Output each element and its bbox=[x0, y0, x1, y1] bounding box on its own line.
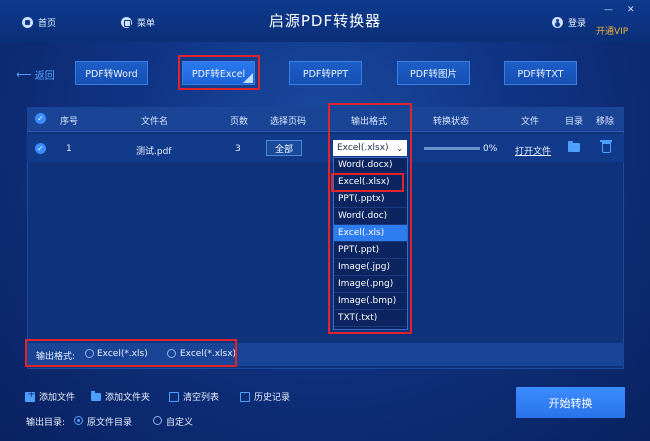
header-file: 文件 bbox=[521, 117, 540, 127]
dropdown-option[interactable]: Image(.bmp) bbox=[334, 293, 407, 310]
selected-corner-icon bbox=[243, 73, 253, 83]
pdf-converter-window: 首页 菜单 启源PDF转换器 登录 开通VIP — ✕ ⟵ 返回 PDF转Wor… bbox=[0, 0, 650, 441]
dropdown-option[interactable]: TXT(.txt) bbox=[334, 310, 407, 327]
login-button[interactable]: 登录 bbox=[552, 16, 586, 29]
header-pages: 页数 bbox=[230, 117, 249, 127]
dropdown-option[interactable]: Excel(.xlsx) bbox=[334, 174, 407, 191]
dropdown-option[interactable]: PPT(.ppt) bbox=[334, 242, 407, 259]
progress-percent: 0% bbox=[483, 144, 498, 154]
header-index: 序号 bbox=[60, 117, 79, 127]
back-button[interactable]: ⟵ 返回 bbox=[16, 67, 55, 82]
format-radio-xlsx-label: Excel(*.xlsx) bbox=[180, 349, 237, 359]
tab-pdf-to-excel-label: PDF转Excel bbox=[191, 69, 246, 80]
tab-pdf-to-txt[interactable]: PDF转TXT bbox=[504, 61, 577, 85]
add-folder-icon bbox=[91, 390, 101, 401]
close-icon[interactable]: ✕ bbox=[627, 6, 635, 15]
add-file-label: 添加文件 bbox=[39, 393, 76, 403]
add-file-icon bbox=[25, 389, 35, 402]
back-label: 返回 bbox=[34, 71, 55, 82]
dropdown-option-highlighted[interactable]: Excel(.xls) bbox=[334, 225, 407, 242]
add-file-button[interactable]: 添加文件 bbox=[25, 389, 76, 403]
user-icon bbox=[552, 17, 563, 28]
row-filename: 测试.pdf bbox=[136, 147, 172, 157]
dropdown-option[interactable]: Word(.doc) bbox=[334, 208, 407, 225]
add-folder-button[interactable]: 添加文件夹 bbox=[91, 390, 150, 403]
select-all-checkbox[interactable]: ✓ bbox=[35, 113, 46, 124]
header-remove: 移除 bbox=[596, 117, 615, 127]
folder-icon[interactable] bbox=[568, 141, 580, 152]
start-convert-button[interactable]: 开始转换 bbox=[516, 387, 625, 418]
tab-pdf-to-excel[interactable]: PDF转Excel bbox=[182, 61, 255, 85]
trash-icon[interactable] bbox=[600, 140, 612, 153]
vip-link[interactable]: 开通VIP bbox=[596, 24, 628, 37]
arrow-left-icon: ⟵ bbox=[16, 68, 32, 81]
tab-pdf-to-word[interactable]: PDF转Word bbox=[75, 61, 148, 85]
header-filename: 文件名 bbox=[141, 117, 169, 127]
output-format-label: 输出格式: bbox=[36, 352, 76, 362]
row-index: 1 bbox=[66, 144, 72, 154]
dropdown-option[interactable]: Image(.png) bbox=[334, 276, 407, 293]
chevron-down-icon: ⌄ bbox=[396, 143, 403, 153]
dropdown-option[interactable]: Word(.docx) bbox=[334, 157, 407, 174]
format-radio-xlsx[interactable] bbox=[167, 349, 176, 358]
minimize-icon[interactable]: — bbox=[604, 6, 613, 15]
clear-list-icon bbox=[169, 391, 179, 402]
output-dir-custom-radio[interactable] bbox=[153, 416, 162, 425]
add-folder-label: 添加文件夹 bbox=[105, 393, 151, 403]
row-pages: 3 bbox=[235, 144, 241, 154]
format-select-value: Excel(.xlsx) bbox=[337, 143, 389, 153]
history-label: 历史记录 bbox=[254, 393, 291, 403]
format-select[interactable]: Excel(.xlsx) ⌄ bbox=[333, 140, 407, 156]
output-dir-label: 输出目录: bbox=[26, 418, 66, 428]
format-radio-xls[interactable] bbox=[85, 349, 94, 358]
format-radio-xls-label: Excel(*.xls) bbox=[97, 349, 148, 359]
dropdown-option[interactable]: Image(.jpg) bbox=[334, 259, 407, 276]
dropdown-option[interactable]: PPT(.pptx) bbox=[334, 191, 407, 208]
open-file-link[interactable]: 打开文件 bbox=[515, 144, 551, 157]
clear-list-label: 清空列表 bbox=[183, 393, 220, 403]
page-select-button[interactable]: 全部 bbox=[266, 140, 302, 156]
output-dir-custom-label: 自定义 bbox=[166, 418, 194, 428]
header-output-format: 输出格式 bbox=[351, 117, 388, 127]
output-dir-original-label: 原文件目录 bbox=[87, 418, 133, 428]
tab-pdf-to-ppt[interactable]: PDF转PPT bbox=[289, 61, 362, 85]
history-icon bbox=[240, 391, 250, 402]
history-button[interactable]: 历史记录 bbox=[240, 390, 290, 403]
tab-pdf-to-image[interactable]: PDF转图片 bbox=[397, 61, 470, 85]
output-dir-original-radio[interactable] bbox=[74, 416, 83, 425]
clear-list-button[interactable]: 清空列表 bbox=[169, 390, 219, 403]
header-select-pages: 选择页码 bbox=[270, 117, 307, 127]
row-checkbox[interactable]: ✓ bbox=[35, 143, 46, 154]
header-status: 转换状态 bbox=[433, 117, 470, 127]
login-label: 登录 bbox=[568, 19, 587, 29]
conversion-progress-bar bbox=[424, 147, 480, 150]
header-directory: 目录 bbox=[565, 117, 584, 127]
